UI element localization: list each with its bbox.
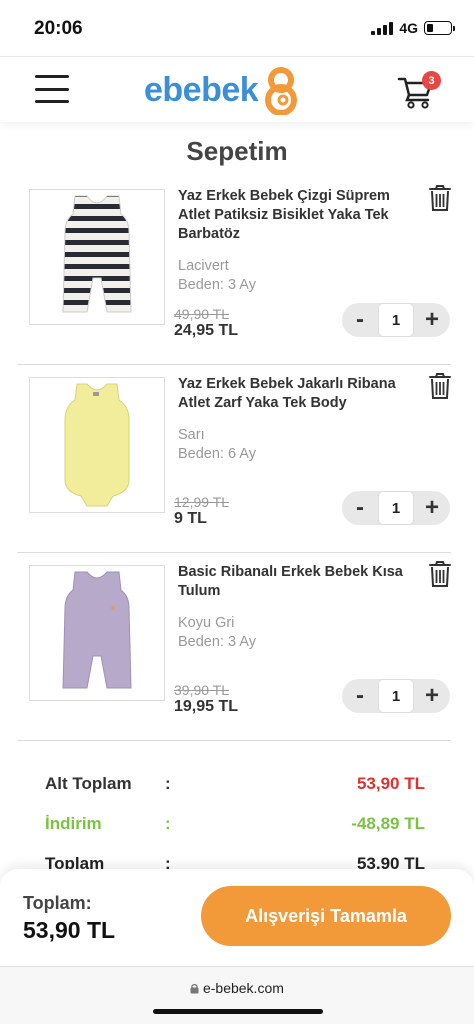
colon: : — [165, 774, 171, 793]
increase-button[interactable]: + — [414, 303, 450, 337]
cart-item: Yaz Erkek Bebek Jakarlı Ribana Atlet Zar… — [17, 365, 451, 553]
cart-item: Basic Ribanalı Erkek Bebek Kısa Tulum Ko… — [17, 553, 451, 741]
decrease-button[interactable]: - — [342, 491, 378, 525]
product-name[interactable]: Yaz Erkek Bebek Çizgi Süprem Atlet Patik… — [178, 187, 418, 244]
bottom-total-label: Toplam: — [23, 893, 92, 913]
old-price: 39,90 TL — [174, 682, 230, 698]
status-indicators: 4G — [371, 20, 455, 36]
product-name[interactable]: Basic Ribanalı Erkek Bebek Kısa Tulum — [178, 563, 418, 601]
old-price: 12,99 TL — [174, 494, 230, 510]
delete-icon[interactable] — [428, 184, 452, 212]
product-color: Lacivert — [178, 258, 229, 274]
battery-icon — [424, 21, 455, 35]
checkout-bar: Toplam: 53,90 TL Alışverişi Tamamla — [0, 869, 474, 966]
product-image[interactable] — [29, 565, 165, 701]
lock-icon — [190, 983, 199, 994]
price: 19,95 TL — [174, 698, 239, 715]
product-color: Koyu Gri — [178, 615, 235, 631]
discount-label: İndirim — [45, 814, 102, 833]
product-image[interactable] — [29, 377, 165, 513]
delete-icon[interactable] — [428, 560, 452, 588]
product-image[interactable] — [29, 189, 165, 325]
network-type: 4G — [399, 20, 418, 36]
home-indicator[interactable] — [153, 1009, 323, 1014]
cart-count-badge: 3 — [422, 71, 441, 90]
yellow-body-image — [64, 383, 130, 507]
quantity-value[interactable]: 1 — [378, 303, 414, 337]
discount-value: -48,89 TL — [351, 814, 425, 833]
quantity-value[interactable]: 1 — [378, 491, 414, 525]
increase-button[interactable]: + — [414, 491, 450, 525]
old-price: 49,90 TL — [174, 306, 230, 322]
quantity-stepper: - 1 + — [342, 491, 450, 525]
menu-icon[interactable] — [35, 75, 69, 103]
lilac-romper-image — [62, 571, 132, 689]
decrease-button[interactable]: - — [342, 303, 378, 337]
product-name[interactable]: Yaz Erkek Bebek Jakarlı Ribana Atlet Zar… — [178, 375, 418, 413]
subtotal-label: Alt Toplam — [45, 774, 132, 793]
logo-text: ebebek — [144, 70, 259, 109]
quantity-stepper: - 1 + — [342, 679, 450, 713]
browser-url-bar[interactable]: e-bebek.com — [0, 966, 474, 1024]
colon: : — [165, 814, 171, 833]
decrease-button[interactable]: - — [342, 679, 378, 713]
status-time: 20:06 — [34, 18, 83, 39]
page-title: Sepetim — [186, 136, 288, 166]
increase-button[interactable]: + — [414, 679, 450, 713]
signal-icon — [371, 21, 394, 35]
product-size: Beden: 6 Ay — [178, 446, 256, 462]
subtotal-value: 53,90 TL — [356, 774, 425, 793]
cart-item: Yaz Erkek Bebek Çizgi Süprem Atlet Patik… — [17, 177, 451, 365]
bottom-total-value: 53,90 TL — [23, 917, 116, 943]
product-size: Beden: 3 Ay — [178, 634, 256, 650]
product-size: Beden: 3 Ay — [178, 277, 256, 293]
checkout-button[interactable]: Alışverişi Tamamla — [201, 886, 451, 946]
price: 9 TL — [174, 510, 207, 527]
quantity-stepper: - 1 + — [342, 303, 450, 337]
discount-row: İndirim : -48,89 TL — [45, 814, 430, 838]
quantity-value[interactable]: 1 — [378, 679, 414, 713]
price: 24,95 TL — [174, 322, 239, 339]
status-bar: 20:06 4G — [0, 0, 474, 56]
delete-icon[interactable] — [428, 372, 452, 400]
subtotal-row: Alt Toplam : 53,90 TL — [45, 774, 430, 798]
ebebek-logo[interactable]: ebebek — [144, 65, 301, 115]
product-color: Sarı — [178, 427, 205, 443]
url-text: e-bebek.com — [202, 980, 284, 996]
url-display[interactable]: e-bebek.com — [0, 980, 474, 996]
logo-mark-icon — [265, 67, 298, 115]
striped-romper-image — [62, 195, 132, 313]
site-header: ebebek 3 — [0, 56, 474, 122]
